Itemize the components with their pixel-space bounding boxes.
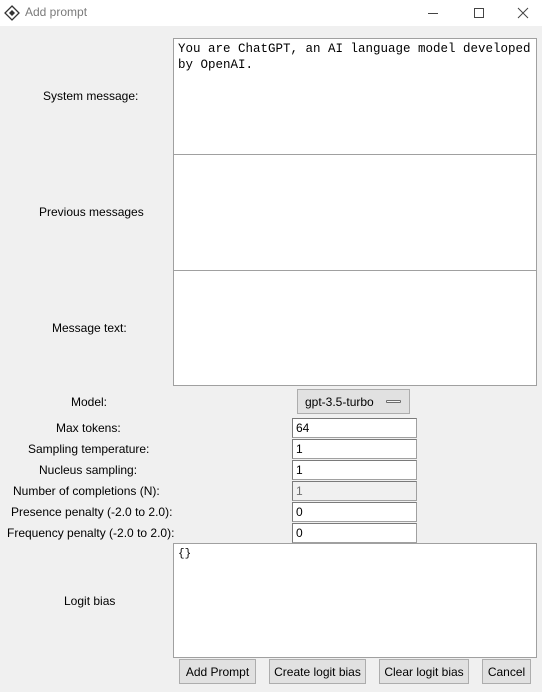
logit-bias-textarea[interactable]: {} bbox=[173, 543, 537, 658]
previous-messages-label: Previous messages bbox=[39, 205, 144, 219]
number-of-completions-input: 1 bbox=[292, 481, 417, 501]
max-tokens-input[interactable]: 64 bbox=[292, 418, 417, 438]
frequency-penalty-input[interactable]: 0 bbox=[292, 523, 417, 543]
title-bar: Add prompt bbox=[0, 0, 542, 27]
max-tokens-label: Max tokens: bbox=[56, 421, 121, 435]
close-button[interactable] bbox=[500, 0, 542, 26]
sampling-temperature-label: Sampling temperature: bbox=[28, 442, 150, 456]
model-label: Model: bbox=[71, 395, 108, 409]
maximize-button[interactable] bbox=[456, 0, 502, 26]
model-select[interactable]: gpt-3.5-turbo bbox=[297, 389, 410, 414]
number-of-completions-label: Number of completions (N): bbox=[13, 484, 160, 498]
minimize-icon bbox=[428, 13, 438, 14]
clear-logit-bias-button[interactable]: Clear logit bias bbox=[379, 659, 469, 684]
create-logit-bias-button[interactable]: Create logit bias bbox=[269, 659, 366, 684]
system-message-textarea[interactable]: You are ChatGPT, an AI language model de… bbox=[173, 38, 537, 155]
window-title: Add prompt bbox=[25, 5, 88, 19]
presence-penalty-input[interactable]: 0 bbox=[292, 502, 417, 522]
app-feather-icon bbox=[4, 5, 20, 21]
close-icon bbox=[517, 7, 529, 19]
sampling-temperature-input[interactable]: 1 bbox=[292, 439, 417, 459]
model-select-value: gpt-3.5-turbo bbox=[305, 394, 374, 409]
dropdown-indicator-icon bbox=[386, 400, 401, 403]
maximize-icon bbox=[474, 8, 484, 18]
nucleus-sampling-label: Nucleus sampling: bbox=[39, 463, 138, 477]
presence-penalty-label: Presence penalty (-2.0 to 2.0): bbox=[11, 505, 173, 519]
system-message-label: System message: bbox=[43, 89, 139, 103]
add-prompt-button[interactable]: Add Prompt bbox=[179, 659, 256, 684]
cancel-button[interactable]: Cancel bbox=[482, 659, 531, 684]
minimize-button[interactable] bbox=[410, 0, 456, 26]
previous-messages-textarea[interactable] bbox=[173, 154, 537, 271]
message-text-textarea[interactable] bbox=[173, 270, 537, 386]
nucleus-sampling-input[interactable]: 1 bbox=[292, 460, 417, 480]
frequency-penalty-label: Frequency penalty (-2.0 to 2.0): bbox=[7, 526, 175, 540]
logit-bias-label: Logit bias bbox=[64, 594, 116, 608]
message-text-label: Message text: bbox=[52, 321, 127, 335]
